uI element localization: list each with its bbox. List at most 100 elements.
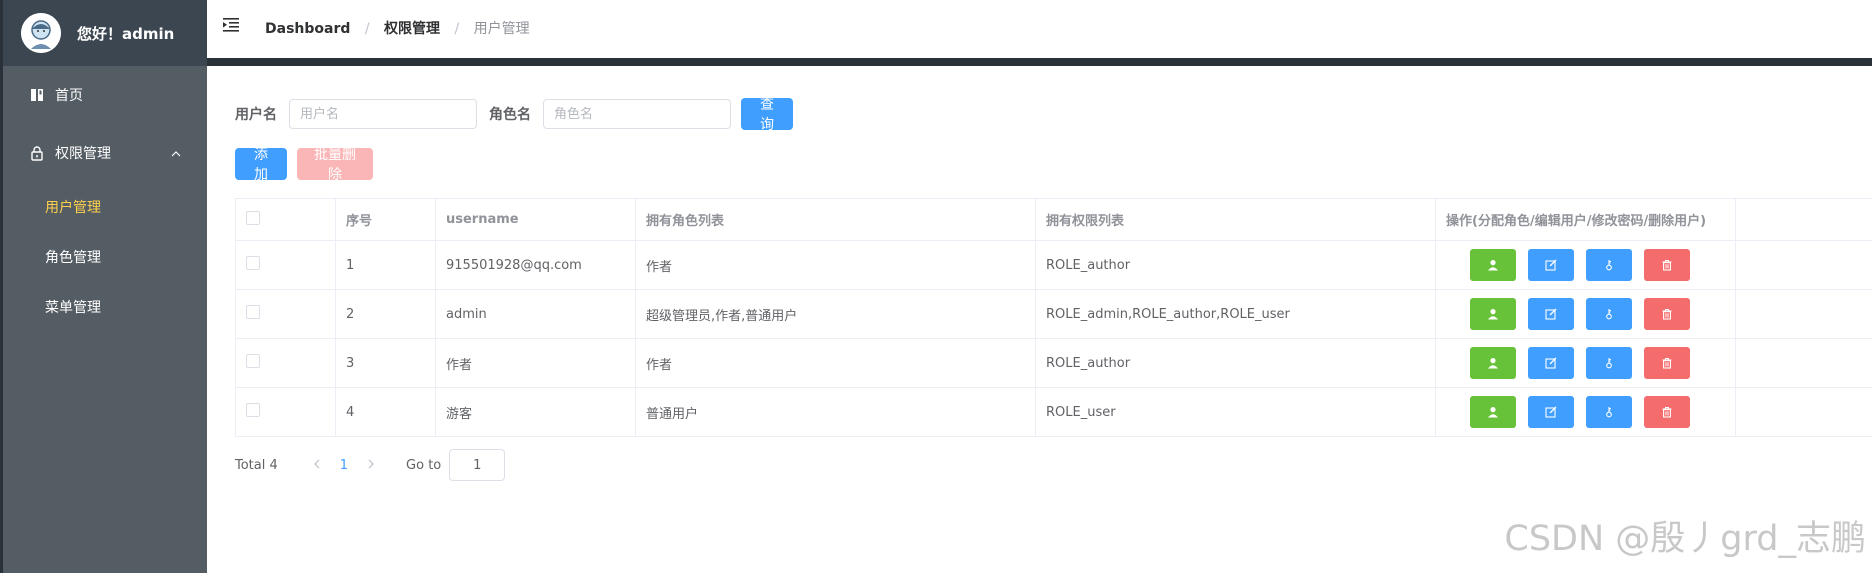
- breadcrumb-item-dashboard[interactable]: Dashboard: [265, 21, 350, 37]
- assign-role-button[interactable]: [1470, 347, 1516, 379]
- prev-page-icon[interactable]: [313, 458, 320, 473]
- row-checkbox[interactable]: [246, 256, 260, 270]
- cell-roles: 普通用户: [635, 387, 1036, 437]
- sidebar-item-permission[interactable]: 权限管理: [3, 124, 207, 182]
- sidebar-header: 您好！admin: [3, 0, 207, 66]
- col-header: username: [435, 198, 636, 241]
- cell-username: 游客: [435, 387, 636, 437]
- cell-no: 3: [335, 338, 436, 388]
- edit-user-button[interactable]: [1528, 298, 1574, 330]
- table-row: 2 admin 超级管理员,作者,普通用户 ROLE_admin,ROLE_autho…: [235, 289, 1872, 339]
- row-checkbox[interactable]: [246, 305, 260, 319]
- next-page-icon[interactable]: [368, 458, 374, 473]
- cell-filler: [1735, 289, 1872, 339]
- cell-username: 作者: [435, 338, 636, 388]
- cell-no: 2: [335, 289, 436, 339]
- row-select-cell: [235, 338, 336, 388]
- key-icon: [1603, 406, 1615, 418]
- sidebar: 您好！admin 首页 权限管理 用户管理 角色管理 菜单管理: [3, 0, 207, 573]
- row-checkbox[interactable]: [246, 354, 260, 368]
- cell-username: admin: [435, 289, 636, 339]
- operation-buttons: [1446, 396, 1725, 428]
- delete-user-button[interactable]: [1644, 347, 1690, 379]
- select-all-cell: [235, 198, 336, 241]
- cell-filler: [1735, 240, 1872, 290]
- avatar[interactable]: [21, 13, 61, 53]
- role-input[interactable]: [543, 99, 731, 129]
- table-row: 3 作者 作者 ROLE_author: [235, 338, 1872, 388]
- edit-user-button[interactable]: [1528, 249, 1574, 281]
- user-icon: [1487, 308, 1499, 320]
- sidebar-item-menu-management[interactable]: 菜单管理: [3, 282, 207, 332]
- operation-buttons: [1446, 347, 1725, 379]
- sidebar-item-user-management[interactable]: 用户管理: [3, 182, 207, 232]
- assign-role-button[interactable]: [1470, 249, 1516, 281]
- cell-operations: [1435, 338, 1736, 388]
- book-icon: [29, 87, 45, 103]
- chevron-up-icon: [171, 145, 181, 161]
- row-select-cell: [235, 289, 336, 339]
- cell-operations: [1435, 289, 1736, 339]
- table-row: 1 915501928@qq.com 作者 ROLE_author: [235, 240, 1872, 290]
- edit-icon: [1545, 357, 1557, 369]
- assign-role-button[interactable]: [1470, 298, 1516, 330]
- operation-buttons: [1446, 298, 1725, 330]
- col-header: 拥有权限列表: [1035, 198, 1436, 241]
- query-button[interactable]: 查询: [741, 97, 793, 133]
- user-icon: [1487, 406, 1499, 418]
- edit-user-button[interactable]: [1528, 396, 1574, 428]
- col-header: 序号: [335, 198, 436, 241]
- change-password-button[interactable]: [1586, 347, 1632, 379]
- edit-icon: [1545, 406, 1557, 418]
- cell-no: 4: [335, 387, 436, 437]
- username-label: 用户名: [235, 107, 277, 123]
- key-icon: [1603, 357, 1615, 369]
- add-button[interactable]: 添加: [235, 147, 287, 183]
- sidebar-item-role-management[interactable]: 角色管理: [3, 232, 207, 282]
- sidebar-item-label: 首页: [55, 88, 83, 104]
- menu-fold-icon[interactable]: [223, 18, 241, 36]
- delete-user-button[interactable]: [1644, 298, 1690, 330]
- row-select-cell: [235, 387, 336, 437]
- table-header-row: 序号 username 拥有角色列表 拥有权限列表 操作(分配角色/编辑用户/修…: [235, 198, 1872, 241]
- row-checkbox[interactable]: [246, 403, 260, 417]
- cell-roles: 作者: [635, 338, 1036, 388]
- batch-delete-button[interactable]: 批量删除: [297, 147, 373, 183]
- edit-icon: [1545, 308, 1557, 320]
- breadcrumb-item-current: 用户管理: [473, 21, 530, 37]
- cell-roles: 超级管理员,作者,普通用户: [635, 289, 1036, 339]
- delete-user-button[interactable]: [1644, 396, 1690, 428]
- avatar-icon: [21, 13, 61, 53]
- change-password-button[interactable]: [1586, 249, 1632, 281]
- toolbar: 添加 批量删除: [235, 147, 373, 183]
- trash-icon: [1661, 357, 1673, 369]
- pagination-current-page[interactable]: 1: [340, 458, 348, 473]
- cell-perms: ROLE_user: [1035, 387, 1436, 437]
- breadcrumb-item-permission[interactable]: 权限管理: [384, 21, 440, 37]
- select-all-checkbox[interactable]: [246, 210, 260, 225]
- goto-label: Go to: [406, 457, 442, 473]
- pagination: Total 4 1 Go to 1: [235, 449, 506, 481]
- cell-perms: ROLE_author: [1035, 338, 1436, 388]
- delete-user-button[interactable]: [1644, 249, 1690, 281]
- change-password-button[interactable]: [1586, 298, 1632, 330]
- cell-operations: [1435, 240, 1736, 290]
- cell-operations: [1435, 387, 1736, 437]
- goto-page-input[interactable]: 1: [449, 449, 506, 481]
- sidebar-menu: 首页 权限管理 用户管理 角色管理 菜单管理: [3, 66, 207, 332]
- cell-no: 1: [335, 240, 436, 290]
- cell-filler: [1735, 338, 1872, 388]
- change-password-button[interactable]: [1586, 396, 1632, 428]
- breadcrumb: Dashboard / 权限管理 / 用户管理: [265, 18, 530, 38]
- edit-user-button[interactable]: [1528, 347, 1574, 379]
- key-icon: [1603, 308, 1615, 320]
- trash-icon: [1661, 308, 1673, 320]
- sidebar-item-home[interactable]: 首页: [3, 66, 207, 124]
- lock-icon: [29, 145, 45, 161]
- username-input[interactable]: [289, 99, 477, 129]
- key-icon: [1603, 259, 1615, 271]
- cell-perms: ROLE_author: [1035, 240, 1436, 290]
- edit-icon: [1545, 259, 1557, 271]
- col-header-filler: [1735, 198, 1872, 241]
- assign-role-button[interactable]: [1470, 396, 1516, 428]
